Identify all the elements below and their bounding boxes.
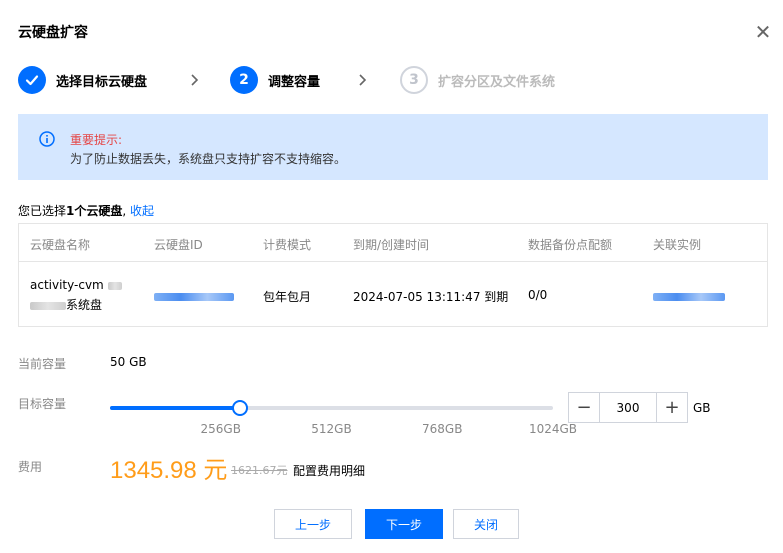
- slider-tick-label: 512GB: [311, 422, 352, 436]
- disk-type: 系统盘: [30, 296, 102, 313]
- step-3-number: 3: [400, 66, 428, 94]
- slider-thumb[interactable]: [231, 400, 248, 416]
- column-header: 云硬盘名称: [30, 238, 91, 252]
- disk-type-text: 系统盘: [66, 298, 103, 312]
- table-header: 云硬盘名称 云硬盘ID 计费模式 到期/创建时间 数据备份点配额 关联实例: [19, 224, 767, 262]
- next-button[interactable]: 下一步: [365, 509, 443, 539]
- slider-tick-label: 256GB: [200, 422, 241, 436]
- step-indicator: 选择目标云硬盘 2 调整容量 3 扩容分区及文件系统: [18, 66, 618, 94]
- step-3-label: 扩容分区及文件系统: [438, 74, 556, 90]
- disk-name-text: activity-cvm: [30, 278, 104, 292]
- column-header: 云硬盘ID: [154, 238, 203, 252]
- capacity-unit: GB: [693, 401, 711, 415]
- notice-title: 重要提示:: [70, 133, 123, 147]
- redacted-text: [30, 301, 66, 310]
- redacted-text: [653, 292, 725, 301]
- close-button[interactable]: 关闭: [453, 509, 519, 539]
- capacity-stepper: − +: [568, 392, 688, 423]
- check-icon: [18, 66, 46, 94]
- step-3: 3 扩容分区及文件系统: [400, 66, 555, 94]
- selection-summary: 您已选择1个云硬盘, 收起: [18, 202, 154, 219]
- column-header: 到期/创建时间: [353, 238, 430, 252]
- chevron-right-icon: [359, 74, 367, 86]
- step-1-label: 选择目标云硬盘: [56, 74, 148, 90]
- table-row: activity-cvm 系统盘 包年包月 2024-07-05 13:11:4…: [19, 262, 767, 326]
- column-header: 关联实例: [653, 238, 702, 252]
- collapse-link[interactable]: 收起: [130, 204, 154, 218]
- info-icon: [39, 131, 55, 147]
- minus-icon[interactable]: −: [569, 393, 599, 422]
- dialog-title: 云硬盘扩容: [18, 25, 88, 41]
- current-capacity-label: 当前容量: [18, 357, 67, 371]
- capacity-slider[interactable]: [110, 398, 553, 418]
- fee-detail-link[interactable]: 配置费用明细: [293, 462, 365, 479]
- column-header: 计费模式: [263, 238, 312, 252]
- step-2: 2 调整容量: [230, 66, 320, 94]
- column-header: 数据备份点配额: [528, 238, 613, 252]
- slider-tick-label: 1024GB: [528, 422, 578, 436]
- instance-link[interactable]: [653, 289, 725, 303]
- close-icon[interactable]: ✕: [752, 22, 774, 44]
- disk-name: activity-cvm: [30, 278, 122, 292]
- step-2-label: 调整容量: [268, 74, 321, 90]
- expire-time: 2024-07-05 13:11:47 到期: [353, 290, 509, 304]
- notice-text: 为了防止数据丢失，系统盘只支持扩容不支持缩容。: [70, 152, 347, 166]
- step-1: 选择目标云硬盘: [18, 66, 147, 94]
- plus-icon[interactable]: +: [657, 393, 687, 422]
- notice-banner: 重要提示: 为了防止数据丢失，系统盘只支持扩容不支持缩容。: [18, 114, 768, 180]
- fee-original-price: 1621.67元: [231, 464, 288, 477]
- redacted-text: [154, 292, 234, 301]
- backup-quota: 0/0: [528, 288, 548, 302]
- selection-prefix: 您已选择: [18, 204, 67, 218]
- disk-id[interactable]: [154, 289, 234, 303]
- fee-label: 费用: [18, 460, 43, 474]
- billing-mode: 包年包月: [263, 290, 312, 304]
- chevron-right-icon: [191, 74, 199, 86]
- slider-fill: [110, 406, 240, 410]
- fee-price: 1345.98 元: [110, 457, 228, 484]
- current-capacity-value: 50 GB: [110, 355, 147, 369]
- redacted-text: [107, 281, 122, 290]
- target-capacity-label: 目标容量: [18, 397, 67, 411]
- capacity-input[interactable]: [599, 393, 657, 422]
- prev-button[interactable]: 上一步: [274, 509, 352, 539]
- disk-table: 云硬盘名称 云硬盘ID 计费模式 到期/创建时间 数据备份点配额 关联实例 ac…: [18, 223, 768, 327]
- selection-count: 1个云硬盘: [66, 204, 123, 218]
- step-2-number: 2: [230, 66, 258, 94]
- selection-suffix: ,: [122, 204, 127, 218]
- slider-tick-label: 768GB: [422, 422, 463, 436]
